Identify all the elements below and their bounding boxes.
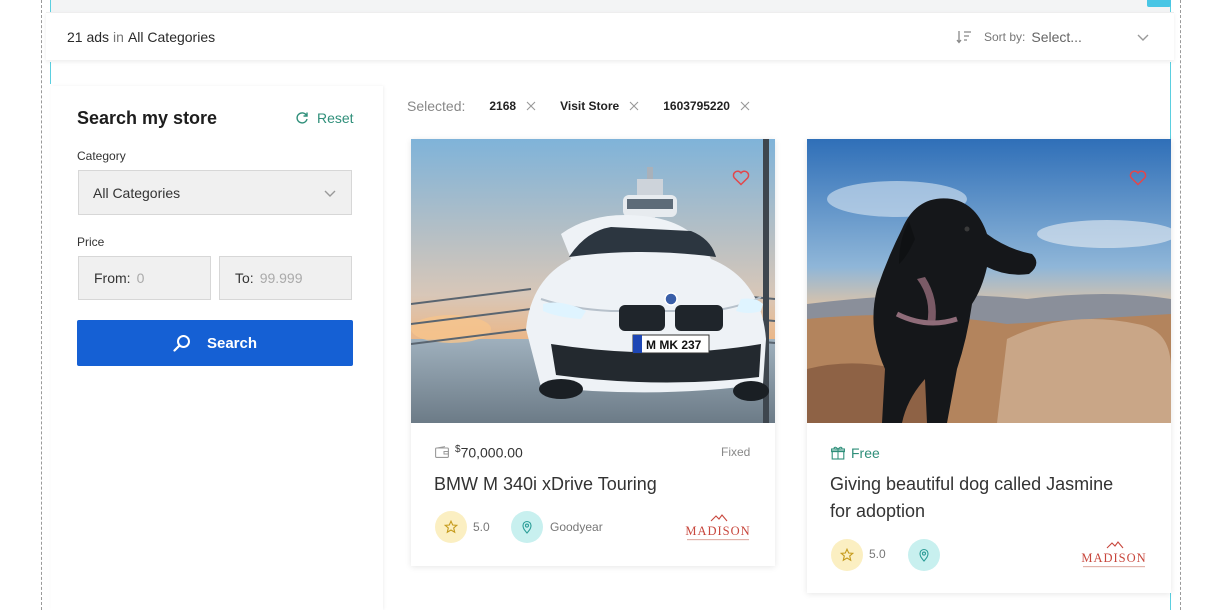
listing-image[interactable]: M MK 237 [411,139,775,423]
price-amount: 70,000.00 [460,444,523,461]
top-strip [51,0,1170,12]
close-icon[interactable] [740,101,750,111]
price-to-label: To: [235,270,254,286]
logo-text: MADISON [1081,551,1146,565]
location-name: Goodyear [550,520,603,534]
search-button[interactable]: Search [77,320,353,366]
listing-title-line: for adoption [830,501,926,521]
price-to-input[interactable] [259,270,330,286]
reset-button[interactable]: Reset [295,110,354,126]
location-pin-icon [522,520,532,534]
location-pin-icon [919,548,929,562]
filter-chip-label: 2168 [489,99,517,113]
price-from-label: From: [94,270,131,286]
listing-price: Free [831,445,880,461]
location-badge [511,511,543,543]
price-from-field[interactable]: From: [78,256,211,300]
frame-guide-right [1180,0,1181,610]
rating-value: 5.0 [869,547,886,561]
price-free: Free [851,445,880,461]
reset-label: Reset [317,110,354,126]
filter-chip-label: 1603795220 [663,99,730,113]
corner-handle[interactable] [1147,0,1171,7]
gift-icon [831,446,845,460]
listing-title[interactable]: BMW M 340i xDrive Touring [434,471,657,498]
close-icon[interactable] [629,101,639,111]
ads-count: 21 ads [67,29,110,45]
chevron-down-icon [1137,34,1149,41]
wallet-icon [435,446,449,459]
price-from-input[interactable] [136,270,207,286]
car-photo: M MK 237 [411,139,775,423]
results-bar: 21 ads in All Categories Sort by: Select..… [46,12,1174,60]
selected-filters: Selected: 2168 Visit Store 1603795220 [407,96,774,116]
price-to-field[interactable]: To: [219,256,352,300]
star-icon [840,548,854,562]
sort-icon [956,31,971,44]
chevron-down-icon [324,190,336,197]
listing-title[interactable]: Giving beautiful dog called Jasmine for … [830,471,1113,525]
price-value: $70,000.00 [455,444,523,461]
heart-icon[interactable] [732,169,750,187]
category-label: Category [77,149,126,163]
listing-image[interactable] [807,139,1171,423]
star-icon [444,520,458,534]
madison-logo[interactable]: MADISON [683,513,753,543]
sort-value[interactable]: Select... [1031,29,1136,45]
results-summary: 21 ads in All Categories [67,29,215,45]
search-button-label: Search [206,334,258,352]
container-edge [50,0,51,12]
refresh-icon [296,112,308,124]
filter-chip: Visit Store [560,99,639,113]
listing-title-line: Giving beautiful dog called Jasmine [830,474,1114,494]
rating-badge [435,511,467,543]
rating-value: 5.0 [473,520,490,534]
madison-logo[interactable]: MADISON [1079,540,1149,570]
close-icon[interactable] [526,101,536,111]
price-type: Fixed [721,445,751,459]
category-select-value: All Categories [93,184,181,201]
dog-photo [807,139,1171,423]
search-icon [173,335,190,352]
category-select[interactable]: All Categories [78,170,352,215]
listing-price: $70,000.00 [435,444,523,461]
filter-chip: 1603795220 [663,99,750,113]
frame-guide-left [41,0,42,610]
sort-label: Sort by: [984,30,1026,44]
filter-chip-label: Visit Store [560,99,620,113]
rating-badge [831,539,863,571]
price-label: Price [77,235,105,249]
listing-card[interactable]: Free Giving beautiful dog called Jasmine… [807,139,1171,593]
store-search-sidebar: Search my store Reset Category All Categ… [51,86,383,610]
sort-dropdown[interactable]: Sort by: Select... [956,27,1150,47]
license-plate: M MK 237 [646,338,702,352]
in-label: in [113,29,124,45]
selected-label: Selected: [407,98,466,114]
logo-text: MADISON [685,524,750,538]
listing-card[interactable]: M MK 237 $70,000.00 Fixed BMW M 340i xDr… [411,139,775,566]
location-badge [908,539,940,571]
results-category: All Categories [127,29,216,45]
filter-chip: 2168 [489,99,536,113]
container-edge [50,62,51,84]
heart-icon[interactable] [1129,169,1147,187]
sidebar-title: Search my store [77,108,218,128]
